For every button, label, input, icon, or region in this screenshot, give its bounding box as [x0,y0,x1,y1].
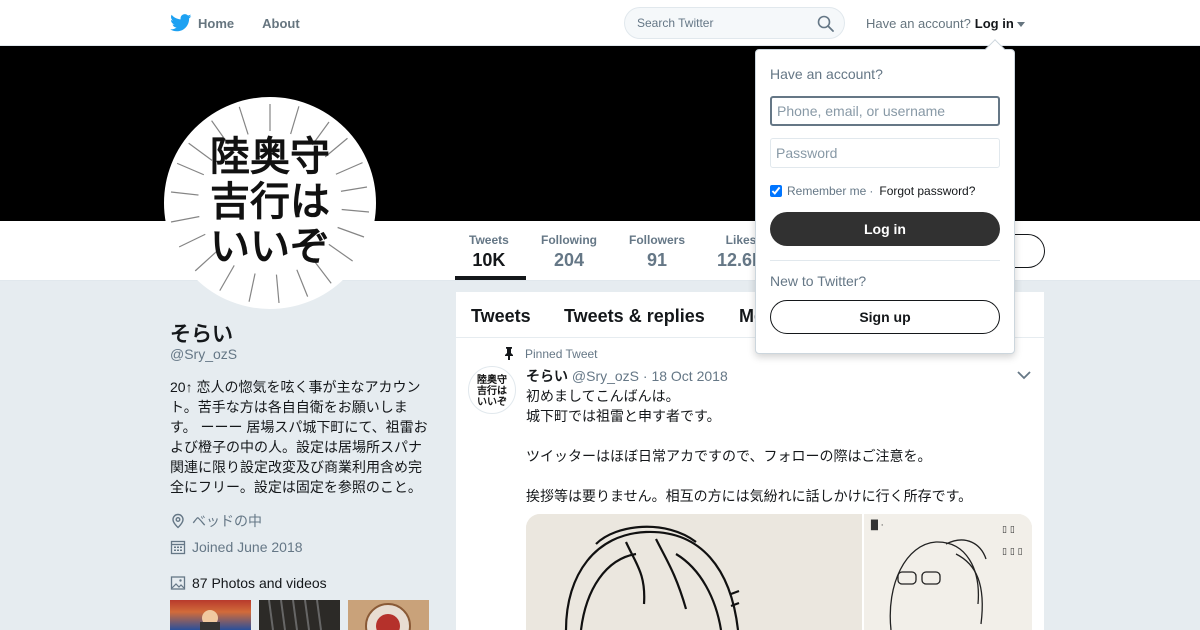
photo-thumbnail[interactable] [348,600,429,630]
password-input[interactable] [770,138,1000,168]
profile-avatar[interactable]: 陸奥守 吉行は いいぞ [164,97,376,309]
pin-icon [505,347,513,360]
photos-count-text: 87 Photos and videos [192,575,327,591]
svg-text:▯ ▯: ▯ ▯ [1002,525,1015,535]
tab-tweets[interactable]: Tweets [471,306,531,327]
profile-bio: 20↑ 恋人の惚気を呟く事が主なアカウント。苦手な方は各自自衛をお願いします。 … [170,379,428,495]
tweet-text: 初めましてこんばんは。 城下町では祖雷と申す者です。 ツイッターはほぼ日常アカで… [526,388,973,504]
tab-tweets-replies[interactable]: Tweets & replies [564,306,705,327]
username-input[interactable] [770,96,1000,126]
tweet-author-handle[interactable]: @Sry_ozS [572,368,639,384]
profile-joined: Joined June 2018 [170,539,303,555]
account-prompt: Have an account? Log in [866,16,1025,31]
active-stat-underline [455,276,526,280]
stat-following-label: Following [541,233,597,247]
photos-videos-link[interactable]: 87 Photos and videos [170,575,327,591]
about-label: About [262,15,300,31]
avatar-image: 陸奥守 吉行は いいぞ [169,102,371,304]
image-icon [170,576,186,590]
forgot-password-link[interactable]: Forgot password? [879,184,975,198]
avatar-text-line-3: いいぞ [210,223,330,270]
remember-me-checkbox[interactable] [770,185,782,197]
profile-name[interactable]: そらい [170,318,233,348]
profile-location: ベッドの中 [170,511,262,531]
tweet-date[interactable]: · 18 Oct 2018 [643,368,728,384]
caret-down-icon[interactable] [1016,22,1025,27]
joined-text: Joined June 2018 [192,539,303,555]
search-icon[interactable] [817,15,834,32]
pinned-tweet-label: Pinned Tweet [525,347,598,361]
profile-handle[interactable]: @Sry_ozS [170,346,237,362]
stat-tweets[interactable]: Tweets 10K [469,233,509,271]
stat-following[interactable]: Following 204 [541,233,597,271]
login-dropdown-toggle[interactable]: Log in [975,16,1014,31]
remember-row: Remember me · Forgot password? [770,184,975,198]
tweet-header: そらい @Sry_ozS · 18 Oct 2018 [526,366,728,386]
stat-followers-label: Followers [629,233,686,247]
stat-tweets-label: Tweets [469,233,509,247]
stat-followers[interactable]: Followers 91 [629,233,685,271]
photo-thumbnail[interactable] [259,600,340,630]
tweet-avatar-text-1: 陸奥守 [477,373,507,386]
calendar-icon [170,540,186,555]
nav-left: Home About [170,0,328,46]
location-pin-icon [172,513,184,529]
photo-thumbnail[interactable] [170,600,251,630]
login-dropdown: Have an account? Remember me · Forgot pa… [755,39,1015,354]
chevron-down-icon[interactable] [1017,371,1031,380]
search-input[interactable] [625,8,815,38]
stat-following-value: 204 [553,250,585,270]
svg-text:▯ ▯ ▯: ▯ ▯ ▯ [1002,547,1023,557]
tweet-media[interactable]: █ · ▯ ▯ ▯ ▯ ▯ [526,514,1032,630]
remember-me-label[interactable]: Remember me [787,184,866,198]
stat-followers-value: 91 [646,250,668,270]
login-button[interactable]: Log in [770,212,1000,246]
tweet-avatar-text-3: いいぞ [477,396,507,408]
home-nav-link[interactable]: Home [170,14,234,32]
home-label: Home [198,15,235,31]
have-account-text: Have an account? [866,16,971,31]
dropdown-title: Have an account? [770,66,883,82]
twitter-bird-icon [170,14,192,32]
location-text: ベッドの中 [192,513,262,529]
dropdown-divider [770,260,1000,261]
avatar-text-line-1: 陸奥守 [210,133,330,180]
signup-button[interactable]: Sign up [770,300,1000,334]
remember-separator: · [869,184,874,198]
top-navigation-bar: Home About Have an account? Log in [0,0,1200,46]
about-nav-link[interactable]: About [262,16,300,31]
stat-tweets-value: 10K [472,250,506,270]
tweet-media-image: █ · ▯ ▯ ▯ ▯ ▯ [526,514,1032,630]
new-to-twitter-text: New to Twitter? [770,273,867,289]
svg-text:█ ·: █ · [870,519,884,531]
avatar-text-line-2: 吉行は [210,178,330,225]
tweet-avatar-text-2: 吉行は [477,384,507,397]
search-box [624,7,845,39]
tweet-author-name[interactable]: そらい [526,368,568,384]
tweet-avatar[interactable]: 陸奥守 吉行は いいぞ [468,366,516,414]
